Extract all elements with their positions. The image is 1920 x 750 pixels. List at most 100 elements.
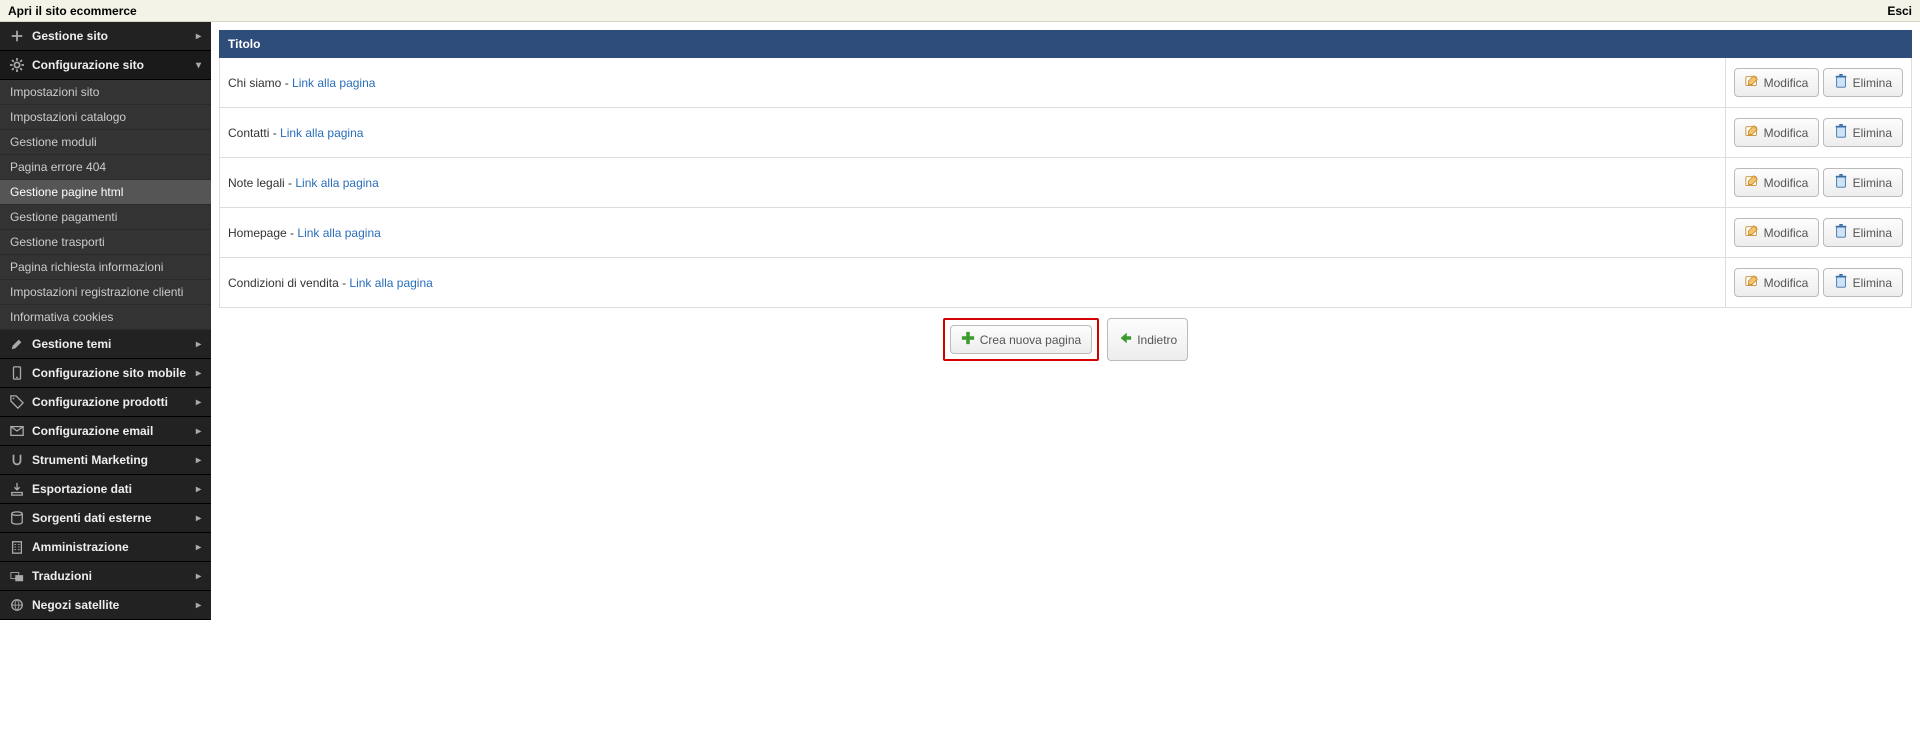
- sidebar-item-1[interactable]: Impostazioni catalogo: [0, 105, 211, 130]
- sidebar-item-9[interactable]: Informativa cookies: [0, 305, 211, 330]
- sidebar-item-4[interactable]: Gestione pagine html: [0, 180, 211, 205]
- chevron-right-icon: ▸: [196, 600, 201, 611]
- table-row: Chi siamo - Link alla pagina Modifica Eli…: [220, 58, 1912, 108]
- chevron-right-icon: ▸: [196, 484, 201, 495]
- page-link[interactable]: Link alla pagina: [280, 126, 363, 140]
- chevron-right-icon: ▸: [196, 339, 201, 350]
- sidebar-group-label: Configurazione sito: [32, 58, 144, 72]
- chevron-right-icon: ▸: [196, 368, 201, 379]
- row-title-cell: Homepage - Link alla pagina: [220, 208, 1726, 258]
- lang-icon: [10, 569, 24, 583]
- sidebar-group-label: Esportazione dati: [32, 482, 132, 496]
- chevron-right-icon: ▸: [196, 397, 201, 408]
- back-button[interactable]: Indietro: [1107, 318, 1188, 361]
- delete-button[interactable]: Elimina: [1823, 268, 1903, 297]
- row-actions: Modifica Elimina: [1725, 108, 1911, 158]
- edit-label: Modifica: [1764, 226, 1809, 240]
- chevron-right-icon: ▸: [196, 31, 201, 42]
- topbar: Apri il sito ecommerce Esci: [0, 0, 1920, 22]
- magnet-icon: [10, 453, 24, 467]
- logout-link[interactable]: Esci: [1887, 4, 1912, 18]
- delete-label: Elimina: [1853, 226, 1892, 240]
- sidebar: Gestione sito▸ Configurazione sito ▾ Impost…: [0, 22, 211, 620]
- edit-icon: [1745, 174, 1759, 191]
- edit-button[interactable]: Modifica: [1734, 218, 1820, 247]
- sidebar-group-0[interactable]: Gestione sito▸: [0, 22, 211, 51]
- create-page-button[interactable]: Crea nuova pagina: [950, 325, 1092, 354]
- row-actions: Modifica Elimina: [1725, 258, 1911, 308]
- sidebar-group-4[interactable]: Configurazione prodotti ▸: [0, 388, 211, 417]
- plus-icon: [961, 331, 975, 348]
- edit-button[interactable]: Modifica: [1734, 268, 1820, 297]
- sidebar-item-2[interactable]: Gestione moduli: [0, 130, 211, 155]
- delete-label: Elimina: [1853, 126, 1892, 140]
- edit-icon: [1745, 74, 1759, 91]
- sidebar-group-label: Configurazione prodotti: [32, 395, 168, 409]
- edit-button[interactable]: Modifica: [1734, 118, 1820, 147]
- sidebar-item-8[interactable]: Impostazioni registrazione clienti: [0, 280, 211, 305]
- sidebar-group-11[interactable]: Negozi satellite▸: [0, 591, 211, 620]
- delete-button[interactable]: Elimina: [1823, 68, 1903, 97]
- edit-label: Modifica: [1764, 126, 1809, 140]
- back-label: Indietro: [1137, 333, 1177, 347]
- chevron-right-icon: ▸: [196, 571, 201, 582]
- delete-button[interactable]: Elimina: [1823, 218, 1903, 247]
- sidebar-group-7[interactable]: Esportazione dati ▸: [0, 475, 211, 504]
- delete-label: Elimina: [1853, 76, 1892, 90]
- sidebar-group-label: Configurazione sito mobile: [32, 366, 186, 380]
- page-link[interactable]: Link alla pagina: [295, 176, 378, 190]
- page-link[interactable]: Link alla pagina: [349, 276, 432, 290]
- delete-button[interactable]: Elimina: [1823, 118, 1903, 147]
- chevron-down-icon: ▾: [196, 60, 201, 71]
- create-page-label: Crea nuova pagina: [980, 333, 1081, 347]
- delete-button[interactable]: Elimina: [1823, 168, 1903, 197]
- sidebar-group-6[interactable]: Strumenti Marketing▸: [0, 446, 211, 475]
- trash-icon: [1834, 74, 1848, 91]
- sidebar-group-label: Configurazione email: [32, 424, 153, 438]
- row-title-cell: Chi siamo - Link alla pagina: [220, 58, 1726, 108]
- trash-icon: [1834, 124, 1848, 141]
- page-link[interactable]: Link alla pagina: [297, 226, 380, 240]
- sidebar-group-label: Gestione temi: [32, 337, 111, 351]
- chevron-right-icon: ▸: [196, 455, 201, 466]
- edit-icon: [1745, 224, 1759, 241]
- table-header-title: Titolo: [220, 31, 1726, 58]
- pages-table: Titolo Chi siamo - Link alla paginaModif…: [219, 30, 1912, 308]
- sidebar-group-1[interactable]: Configurazione sito ▾: [0, 51, 211, 80]
- edit-icon: [1745, 124, 1759, 141]
- brush-icon: [10, 337, 24, 351]
- sidebar-group-2[interactable]: Gestione temi ▸: [0, 330, 211, 359]
- table-row: Homepage - Link alla paginaModifica Elim…: [220, 208, 1912, 258]
- table-row: Condizioni di vendita - Link alla pagina…: [220, 258, 1912, 308]
- sidebar-item-6[interactable]: Gestione trasporti: [0, 230, 211, 255]
- open-site-link[interactable]: Apri il sito ecommerce: [8, 4, 137, 18]
- table-row: Contatti - Link alla paginaModifica Elim…: [220, 108, 1912, 158]
- mobile-icon: [10, 366, 24, 380]
- sidebar-group-label: Amministrazione: [32, 540, 129, 554]
- edit-button[interactable]: Modifica: [1734, 168, 1820, 197]
- sidebar-group-8[interactable]: Sorgenti dati esterne▸: [0, 504, 211, 533]
- sidebar-group-9[interactable]: Amministrazione ▸: [0, 533, 211, 562]
- edit-button[interactable]: Modifica: [1734, 68, 1820, 97]
- pages-table-body: Chi siamo - Link alla paginaModifica Eli…: [220, 58, 1912, 308]
- sidebar-group-label: Sorgenti dati esterne: [32, 511, 151, 525]
- row-title: Chi siamo: [228, 76, 281, 90]
- sidebar-submenu: Impostazioni sitoImpostazioni catalogoGe…: [0, 80, 211, 330]
- sidebar-group-10[interactable]: Traduzioni ▸: [0, 562, 211, 591]
- sidebar-item-3[interactable]: Pagina errore 404: [0, 155, 211, 180]
- sidebar-group-5[interactable]: Configurazione email▸: [0, 417, 211, 446]
- sidebar-item-7[interactable]: Pagina richiesta informazioni: [0, 255, 211, 280]
- page-link[interactable]: Link alla pagina: [292, 76, 375, 90]
- edit-label: Modifica: [1764, 76, 1809, 90]
- sidebar-item-5[interactable]: Gestione pagamenti: [0, 205, 211, 230]
- sidebar-group-3[interactable]: Configurazione sito mobile ▸: [0, 359, 211, 388]
- delete-label: Elimina: [1853, 276, 1892, 290]
- chevron-right-icon: ▸: [196, 542, 201, 553]
- row-title: Note legali: [228, 176, 285, 190]
- row-actions: Modifica Elimina: [1725, 208, 1911, 258]
- row-title: Contatti: [228, 126, 269, 140]
- plus-icon: [10, 29, 24, 43]
- sidebar-item-0[interactable]: Impostazioni sito: [0, 80, 211, 105]
- trash-icon: [1834, 224, 1848, 241]
- sidebar-group-label: Traduzioni: [32, 569, 92, 583]
